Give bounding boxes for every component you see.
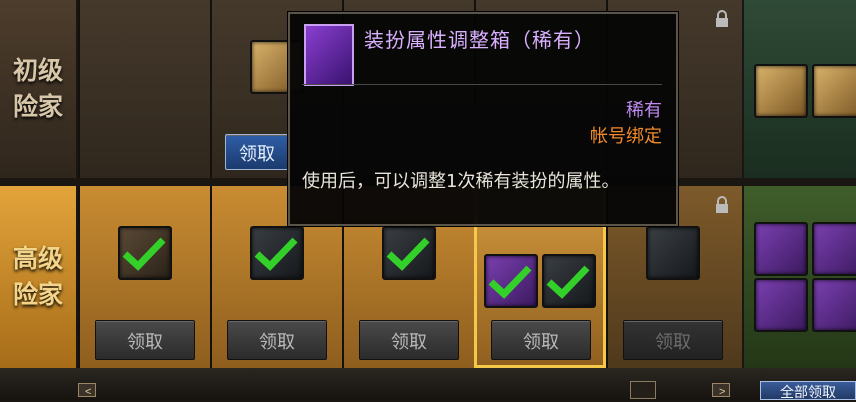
claim-button[interactable]: 领取 <box>95 320 195 360</box>
costume-icon[interactable] <box>812 278 856 332</box>
tooltip-binding: 帐号绑定 <box>590 126 662 147</box>
tooltip-description: 使用后，可以调整1次稀有装扮的属性。 <box>302 171 620 192</box>
costume-icon[interactable] <box>484 254 538 308</box>
next-page-button[interactable]: > <box>712 383 730 398</box>
chest-icon[interactable] <box>754 64 808 118</box>
claim-button[interactable]: 领取 <box>225 134 289 170</box>
prev-page-button[interactable]: < <box>78 383 96 398</box>
item-tooltip: 装扮属性调整箱（稀有） 稀有 帐号绑定 使用后，可以调整1次稀有装扮的属性。 <box>288 12 678 226</box>
costume-icon[interactable] <box>542 254 596 308</box>
check-icon <box>488 265 532 299</box>
row-label-advanced: 高级 险家 <box>0 186 76 368</box>
reward-cell: 领取 <box>78 186 210 368</box>
costume-box-icon <box>304 24 354 86</box>
claim-all-button[interactable]: 全部领取 <box>760 381 856 400</box>
chest-icon[interactable] <box>812 64 856 118</box>
tooltip-rarity: 稀有 <box>626 100 662 121</box>
check-icon <box>254 237 298 271</box>
check-icon <box>122 237 166 271</box>
row-label-beginner: 初级 险家 <box>0 0 76 178</box>
side-rewards-panel <box>744 0 856 368</box>
costume-icon[interactable] <box>118 226 172 280</box>
costume-icon[interactable] <box>646 226 700 280</box>
claim-button[interactable]: 领取 <box>491 320 591 360</box>
check-icon <box>386 237 430 271</box>
lock-icon <box>716 10 728 27</box>
costume-icon[interactable] <box>754 278 808 332</box>
claim-button[interactable]: 领取 <box>227 320 327 360</box>
claim-button[interactable]: 领取 <box>359 320 459 360</box>
costume-icon[interactable] <box>812 222 856 276</box>
lock-icon <box>716 196 728 213</box>
side-rewards-top <box>744 0 856 178</box>
page-indicator <box>630 381 656 399</box>
costume-icon[interactable] <box>754 222 808 276</box>
tooltip-title: 装扮属性调整箱（稀有） <box>364 28 595 52</box>
costume-icon[interactable] <box>382 226 436 280</box>
check-icon <box>546 265 590 299</box>
reward-cell <box>78 0 210 178</box>
tooltip-divider <box>302 84 662 85</box>
claim-button-disabled: 领取 <box>623 320 723 360</box>
side-rewards-bottom <box>744 186 856 368</box>
costume-icon[interactable] <box>250 226 304 280</box>
